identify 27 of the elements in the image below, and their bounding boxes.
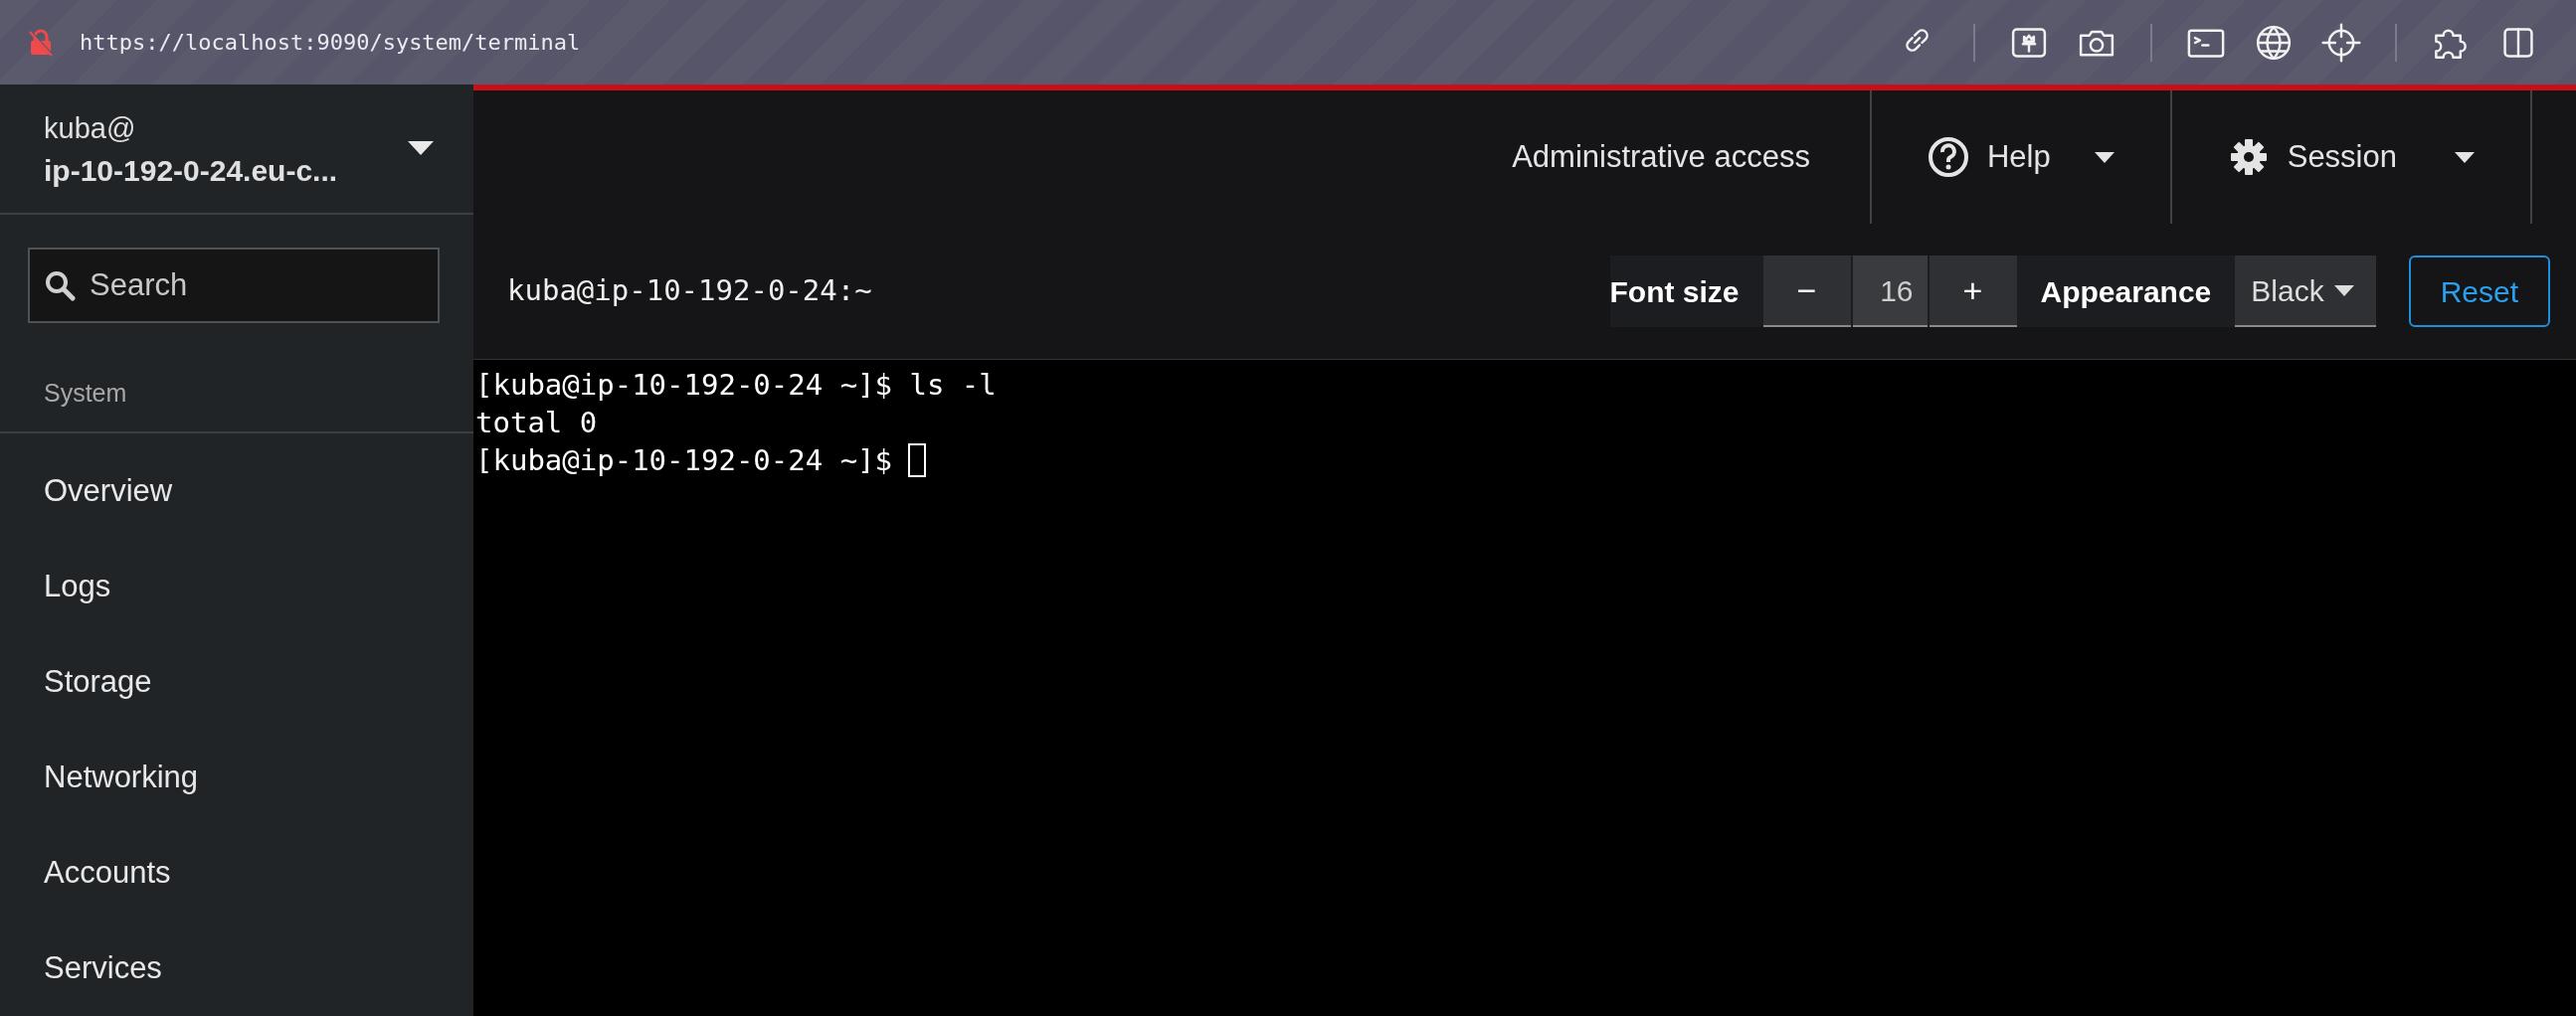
- nav-link[interactable]: Networking: [0, 730, 243, 825]
- increase-button[interactable]: +: [1929, 255, 2017, 327]
- url-text[interactable]: https://localhost:9090/system/terminal: [80, 26, 581, 59]
- terminal-line: total 0: [475, 405, 598, 441]
- terminal-line: [kuba@ip-10-192-0-24 ~]$ ls -l: [475, 367, 997, 404]
- nav-link[interactable]: Logs: [0, 539, 155, 634]
- caret-icon: [2094, 151, 2115, 163]
- user-name: kuba@: [44, 111, 137, 146]
- reset-button[interactable]: Reset: [2408, 255, 2550, 327]
- terminal-line: [kuba@ip-10-192-0-24 ~]$: [475, 442, 893, 479]
- caret-icon: [2455, 151, 2475, 163]
- caret-icon: [2333, 284, 2354, 296]
- search-field[interactable]: Search: [28, 247, 440, 323]
- nav-link[interactable]: Overview: [0, 443, 217, 539]
- font-size-label: Font size: [1609, 273, 1741, 310]
- help-icon: [1927, 136, 1969, 178]
- nav-link[interactable]: Services: [0, 921, 206, 1016]
- nav-link[interactable]: Accounts: [0, 825, 215, 921]
- appearance-select[interactable]: Black: [2235, 255, 2376, 327]
- decrease-button[interactable]: −: [1762, 255, 1851, 327]
- appearance-label: Appearance: [2039, 273, 2213, 310]
- terminal-title: kuba@ip-10-192-0-24:~: [507, 272, 872, 310]
- caret-icon: [408, 141, 434, 156]
- host-name: ip-10-192-0-24.eu-c...: [44, 152, 338, 189]
- font-size-value: 16: [1852, 255, 1928, 327]
- admin-access-text: Administrative access: [1511, 137, 1811, 176]
- nav-link[interactable]: Storage: [0, 634, 196, 730]
